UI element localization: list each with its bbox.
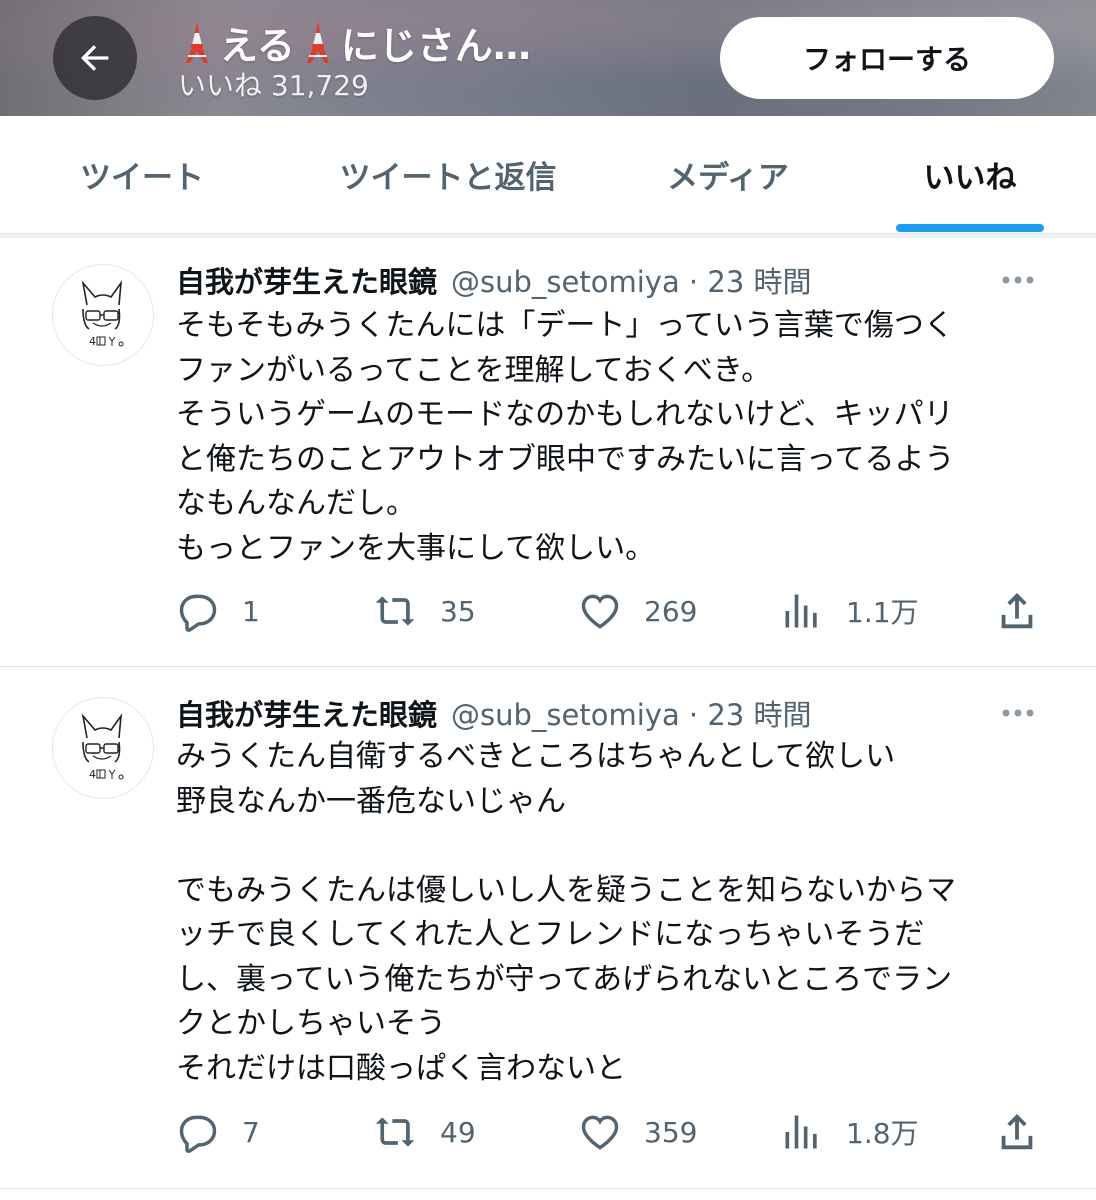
- tweet-text: そもそもみうくたんには「デート」っていう言葉で傷つく ファンがいるってことを理解…: [176, 304, 1036, 571]
- tab-tweets[interactable]: ツイート: [40, 116, 244, 233]
- retweet-icon: [375, 596, 415, 626]
- follow-button[interactable]: フォローする: [720, 17, 1054, 99]
- retweet-button[interactable]: 35: [374, 586, 476, 636]
- tweet-author-name[interactable]: 自我が芽生えた眼鏡: [176, 259, 437, 301]
- tweet-item[interactable]: 4 自我が芽生えた眼鏡 @sub_setomiya · 23 時間 みうくたん自…: [0, 667, 1096, 1187]
- tweet-text-line: それだけは口酸っぱく言わないと: [176, 1050, 626, 1086]
- tab-tweets-and-replies[interactable]: ツイートと返信: [318, 116, 578, 233]
- tweet-text-line: と俺たちのことアウトオブ眼中ですみたいに言ってるよう: [176, 441, 955, 477]
- tweet-text-line: なもんなんだし。: [176, 486, 416, 521]
- tweet-divider: [0, 1188, 1096, 1189]
- profile-header: える にじさん… いいね 31,729 フォローする: [0, 0, 1096, 116]
- tokyo-tower-emoji-icon: [306, 21, 329, 63]
- retweet-button[interactable]: 49: [374, 1107, 476, 1157]
- views-button[interactable]: 1.8万: [780, 1107, 919, 1157]
- active-tab-indicator: [896, 224, 1044, 232]
- bar-chart-icon: [785, 1115, 817, 1149]
- avatar[interactable]: 4: [52, 697, 154, 799]
- back-button[interactable]: [53, 16, 137, 100]
- tweet-handle-time[interactable]: @sub_setomiya · 23 時間: [451, 692, 811, 734]
- tweet-header: 自我が芽生えた眼鏡 @sub_setomiya · 23 時間: [176, 693, 812, 733]
- like-count: 269: [644, 594, 698, 628]
- tweet-text-line: し、裏っていう俺たちが守ってあげられないところでラン: [176, 961, 953, 997]
- heart-icon: [581, 1115, 619, 1150]
- share-upload-icon[interactable]: [994, 1109, 1040, 1155]
- profile-tabs: ツイート ツイートと返信 メディア いいね: [0, 116, 1096, 234]
- tweet-item[interactable]: 4 自我が芽生えた眼鏡 @sub_setomiya · 23 時間 そもそもみう…: [0, 238, 1096, 666]
- heart-icon: [581, 594, 619, 629]
- retweet-count: 49: [440, 1115, 476, 1149]
- like-button[interactable]: 269: [578, 586, 697, 636]
- reply-count: 7: [242, 1115, 260, 1149]
- tweet-text-line: クとかしちゃいそう: [176, 1006, 446, 1041]
- like-button[interactable]: 359: [578, 1107, 697, 1157]
- views-button[interactable]: 1.1万: [780, 586, 919, 636]
- tweet-text-line: そもそもみうくたんには「デート」っていう言葉で傷つく: [176, 308, 954, 343]
- tweet-text: みうくたん自衛するべきところはちゃんとして欲しい 野良なんか一番危ないじゃん で…: [176, 735, 1036, 1091]
- tab-media[interactable]: メディア: [648, 116, 808, 233]
- arrow-left-icon: [81, 45, 109, 71]
- tweet-actions: 1 35 269 1.1万: [0, 586, 1096, 636]
- tweet-text-line: ファンがいるってことを理解しておくべき。: [176, 352, 772, 388]
- svg-text:4: 4: [89, 335, 96, 348]
- profile-display-name: える にじさん…: [178, 14, 531, 70]
- views-count: 1.1万: [846, 596, 919, 629]
- bar-chart-icon: [785, 594, 817, 628]
- tweet-author-name[interactable]: 自我が芽生えた眼鏡: [176, 692, 437, 734]
- tweet-text-line: でもみうくたんは優しいし人を疑うことを知らないからマ: [176, 872, 956, 908]
- tweet-text-line: みうくたん自衛するべきところはちゃんとして欲しい: [176, 739, 896, 774]
- avatar-drawing-icon: 4: [81, 713, 124, 781]
- reply-bubble-icon: [179, 594, 217, 632]
- tweet-text-line: [176, 824, 1036, 869]
- tokyo-tower-emoji-icon: [186, 21, 208, 63]
- avatar[interactable]: 4: [52, 264, 154, 366]
- tweet-header: 自我が芽生えた眼鏡 @sub_setomiya · 23 時間: [176, 260, 812, 300]
- profile-name-part2: にじさん…: [340, 23, 531, 68]
- tweet-text-line: ッチで良くしてくれた人とフレンドになっちゃいそうだ: [176, 917, 925, 952]
- more-horizontal-icon[interactable]: [998, 703, 1038, 723]
- like-count: 359: [644, 1115, 698, 1149]
- tweet-text-line: もっとファンを大事にして欲しい。: [176, 530, 656, 566]
- tab-likes[interactable]: いいね: [896, 116, 1044, 233]
- retweet-count: 35: [440, 594, 476, 628]
- reply-button[interactable]: 1: [176, 586, 260, 636]
- likes-count-label: いいね 31,729: [178, 69, 369, 102]
- tweet-handle-time[interactable]: @sub_setomiya · 23 時間: [451, 259, 811, 301]
- tweet-text-line: そういうゲームのモードなのかもしれないけど、キッパリ: [176, 397, 954, 432]
- views-count: 1.8万: [846, 1117, 919, 1150]
- profile-name-part1: える: [220, 23, 295, 68]
- more-horizontal-icon[interactable]: [998, 270, 1038, 290]
- reply-button[interactable]: 7: [176, 1107, 260, 1157]
- reply-count: 1: [242, 594, 260, 628]
- retweet-icon: [375, 1117, 415, 1147]
- avatar-drawing-icon: 4: [81, 280, 124, 348]
- share-upload-icon[interactable]: [994, 588, 1040, 634]
- tweet-text-line: 野良なんか一番危ないじゃん: [176, 783, 566, 819]
- svg-text:4: 4: [89, 768, 96, 781]
- tweet-actions: 7 49 359 1.8万: [0, 1107, 1096, 1157]
- reply-bubble-icon: [179, 1115, 217, 1153]
